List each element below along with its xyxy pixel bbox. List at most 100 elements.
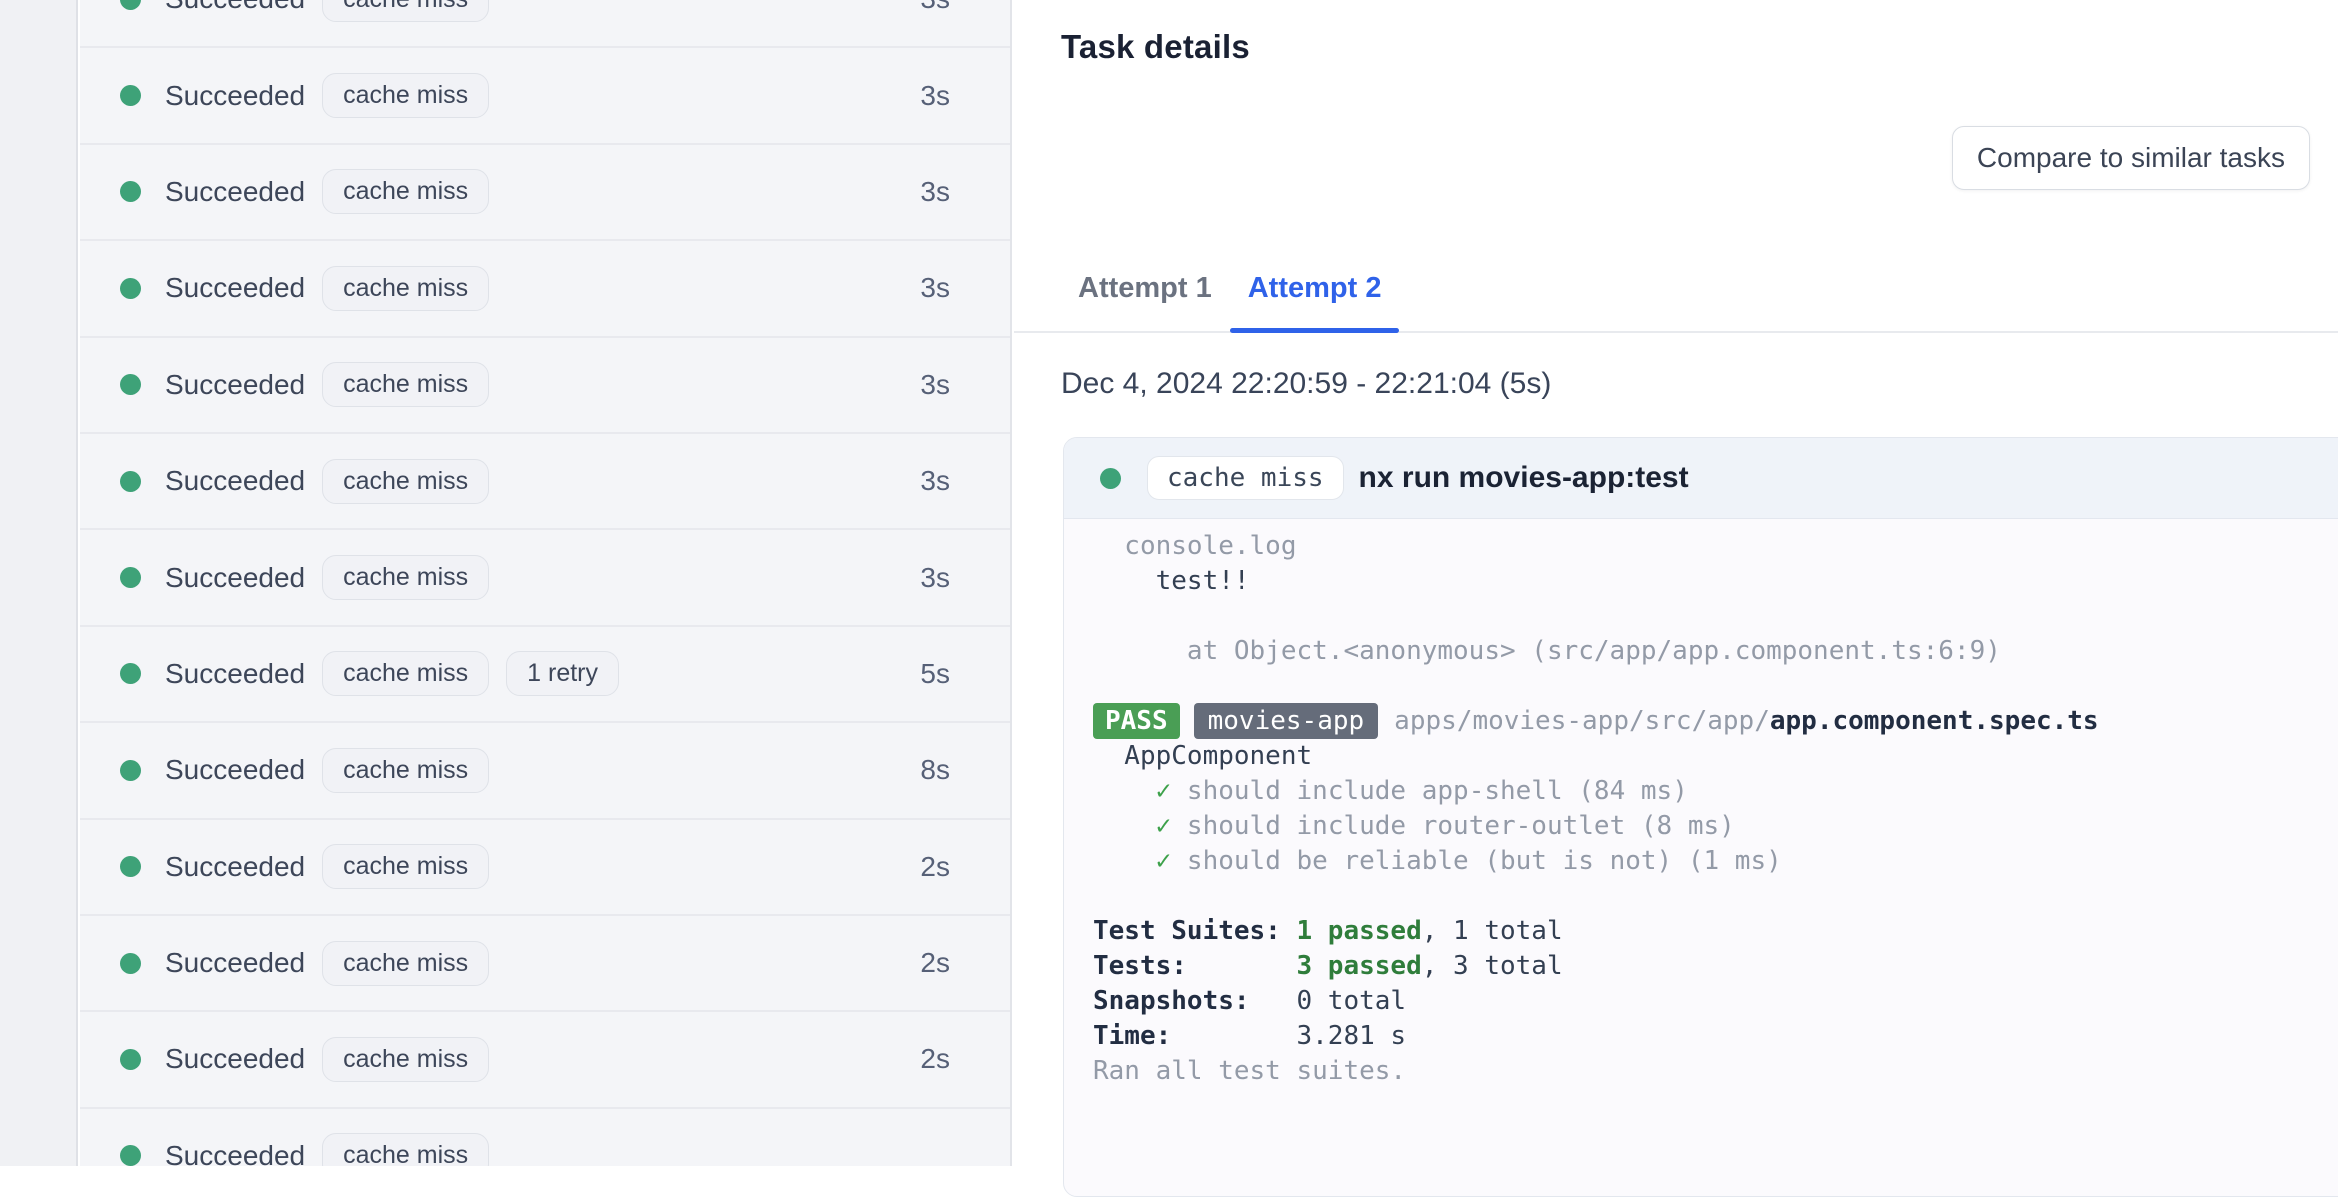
status-dot-icon bbox=[120, 374, 141, 396]
terminal-line: at Object.<anonymous> (src/app/app.compo… bbox=[1093, 634, 2338, 669]
attempt-tabs: Attempt 1 Attempt 2 bbox=[1014, 245, 2338, 333]
cache-miss-badge: cache miss bbox=[322, 747, 490, 793]
cache-miss-badge: cache miss bbox=[322, 651, 490, 697]
task-status: Succeeded bbox=[165, 272, 306, 304]
task-list[interactable]: Succeeded cache miss 3s Succeeded cache miss… bbox=[80, 0, 1012, 1166]
terminal-line: PASS movies-app apps/movies-app/src/app/ap… bbox=[1093, 703, 2338, 739]
terminal-text: , 3 total bbox=[1421, 951, 1563, 981]
terminal-text: Snapshots: bbox=[1093, 986, 1297, 1016]
status-dot-icon bbox=[120, 1048, 141, 1070]
task-output-header[interactable]: cache miss nx run movies-app:test bbox=[1064, 438, 2338, 519]
terminal-line: AppComponent bbox=[1093, 739, 2338, 774]
task-row[interactable]: Succeeded cache miss 1 retry 5s bbox=[80, 627, 1010, 724]
task-row[interactable]: Succeeded cache miss 3s bbox=[80, 145, 1010, 242]
check-icon: ✓ bbox=[1155, 776, 1172, 806]
pass-badge: PASS bbox=[1093, 703, 1180, 739]
task-duration: 3s bbox=[920, 561, 950, 593]
terminal-text: 1 passed bbox=[1296, 916, 1422, 946]
terminal-line: console.log bbox=[1093, 529, 2338, 564]
status-dot-icon bbox=[120, 181, 141, 203]
app-root: { "colors": { "accent_blue": "#2f62e9", … bbox=[0, 0, 2338, 1197]
task-output-card: cache miss nx run movies-app:test consol… bbox=[1063, 437, 2338, 1197]
cache-miss-badge: cache miss bbox=[322, 73, 490, 119]
task-row[interactable]: Succeeded cache miss 3s bbox=[80, 338, 1010, 434]
status-dot-icon bbox=[120, 85, 141, 107]
terminal-text: test!! bbox=[1093, 566, 1250, 596]
terminal-text: should include router-outlet (8 ms) bbox=[1171, 811, 1735, 841]
cache-miss-badge: cache miss bbox=[322, 458, 490, 504]
check-icon: ✓ bbox=[1155, 811, 1172, 841]
cache-miss-badge: cache miss bbox=[322, 1036, 490, 1082]
task-duration: 3s bbox=[920, 368, 950, 400]
task-row[interactable]: Succeeded cache miss 3s bbox=[80, 48, 1010, 145]
attempt-date-range: Dec 4, 2024 22:20:59 - 22:21:04 (5s) bbox=[1061, 367, 1552, 400]
terminal-text: Ran all test suites. bbox=[1093, 1056, 1407, 1086]
task-status: Succeeded bbox=[165, 175, 306, 207]
task-row[interactable]: Succeeded cache miss 3s bbox=[80, 434, 1010, 531]
task-status: Succeeded bbox=[165, 465, 306, 497]
page-title: Task details bbox=[1061, 28, 1250, 65]
terminal-text: 0 total bbox=[1296, 986, 1407, 1016]
task-duration: 3s bbox=[920, 175, 950, 207]
terminal-line: ✓ should include app-shell (84 ms) bbox=[1093, 774, 2338, 809]
tab-attempt-2[interactable]: Attempt 2 bbox=[1229, 245, 1400, 333]
task-status: Succeeded bbox=[165, 947, 306, 979]
task-row[interactable]: Succeeded cache miss bbox=[80, 1109, 1010, 1166]
status-dot-icon bbox=[120, 1145, 141, 1166]
1-retry-badge: 1 retry bbox=[506, 651, 620, 697]
task-duration: 3s bbox=[920, 79, 950, 111]
status-dot-icon bbox=[120, 856, 141, 878]
task-status: Succeeded bbox=[165, 79, 306, 111]
task-duration: 2s bbox=[920, 850, 950, 882]
terminal-text: 3.281 s bbox=[1296, 1021, 1407, 1051]
task-duration: 3s bbox=[920, 0, 950, 15]
task-command-title: nx run movies-app:test bbox=[1358, 461, 1689, 494]
task-duration: 3s bbox=[920, 272, 950, 304]
task-row[interactable]: Succeeded cache miss 3s bbox=[80, 241, 1010, 338]
cache-miss-badge: cache miss bbox=[322, 169, 490, 215]
task-row[interactable]: Succeeded cache miss 3s bbox=[80, 0, 1010, 49]
tab-attempt-1[interactable]: Attempt 1 bbox=[1060, 245, 1230, 331]
task-rows: Succeeded cache miss 3s Succeeded cache miss… bbox=[80, 0, 1010, 1166]
status-dot-icon bbox=[120, 759, 141, 781]
terminal-text: apps/movies-app/src/app/ bbox=[1394, 706, 1770, 736]
compare-to-similar-tasks-button[interactable]: Compare to similar tasks bbox=[1951, 126, 2310, 190]
terminal-text: should include app-shell (84 ms) bbox=[1171, 776, 1688, 806]
project-badge: movies-app bbox=[1193, 703, 1379, 739]
status-dot-icon bbox=[120, 277, 141, 299]
terminal-line: Ran all test suites. bbox=[1093, 1054, 2338, 1089]
terminal-text: console.log bbox=[1093, 531, 1297, 561]
terminal-line: Tests: 3 passed, 3 total bbox=[1093, 949, 2338, 984]
task-status: Succeeded bbox=[165, 1043, 306, 1075]
task-row[interactable]: Succeeded cache miss 3s bbox=[80, 530, 1010, 627]
terminal-line: test!! bbox=[1093, 564, 2338, 599]
cache-miss-badge: cache miss bbox=[322, 0, 490, 22]
terminal-text: AppComponent bbox=[1093, 741, 1313, 771]
task-status: Succeeded bbox=[165, 368, 306, 400]
page-left-gutter bbox=[0, 0, 78, 1166]
task-duration: 3s bbox=[920, 465, 950, 497]
task-duration: 8s bbox=[920, 754, 950, 786]
cache-miss-badge: cache miss bbox=[322, 844, 490, 890]
task-status: Succeeded bbox=[165, 754, 306, 786]
status-dot-icon bbox=[120, 663, 141, 685]
terminal-text: should be reliable (but is not) (1 ms) bbox=[1171, 846, 1782, 876]
terminal-text: at Object.<anonymous> (src/app/app.compo… bbox=[1093, 636, 2001, 666]
task-row[interactable]: Succeeded cache miss 2s bbox=[80, 916, 1010, 1013]
task-row[interactable]: Succeeded cache miss 8s bbox=[80, 723, 1010, 820]
status-dot-icon bbox=[1100, 467, 1121, 489]
terminal-text: , 1 total bbox=[1421, 916, 1563, 946]
task-row[interactable]: Succeeded cache miss 2s bbox=[80, 820, 1010, 916]
status-dot-icon bbox=[120, 470, 141, 492]
task-row[interactable]: Succeeded cache miss 2s bbox=[80, 1012, 1010, 1109]
task-duration: 5s bbox=[920, 657, 950, 689]
terminal-text: 3 passed bbox=[1296, 951, 1422, 981]
terminal-output: console.log test!! at Object.<anonymous>… bbox=[1064, 519, 2338, 1109]
terminal-text: app.component.spec.ts bbox=[1769, 706, 2099, 736]
cache-miss-badge: cache miss bbox=[322, 265, 490, 311]
